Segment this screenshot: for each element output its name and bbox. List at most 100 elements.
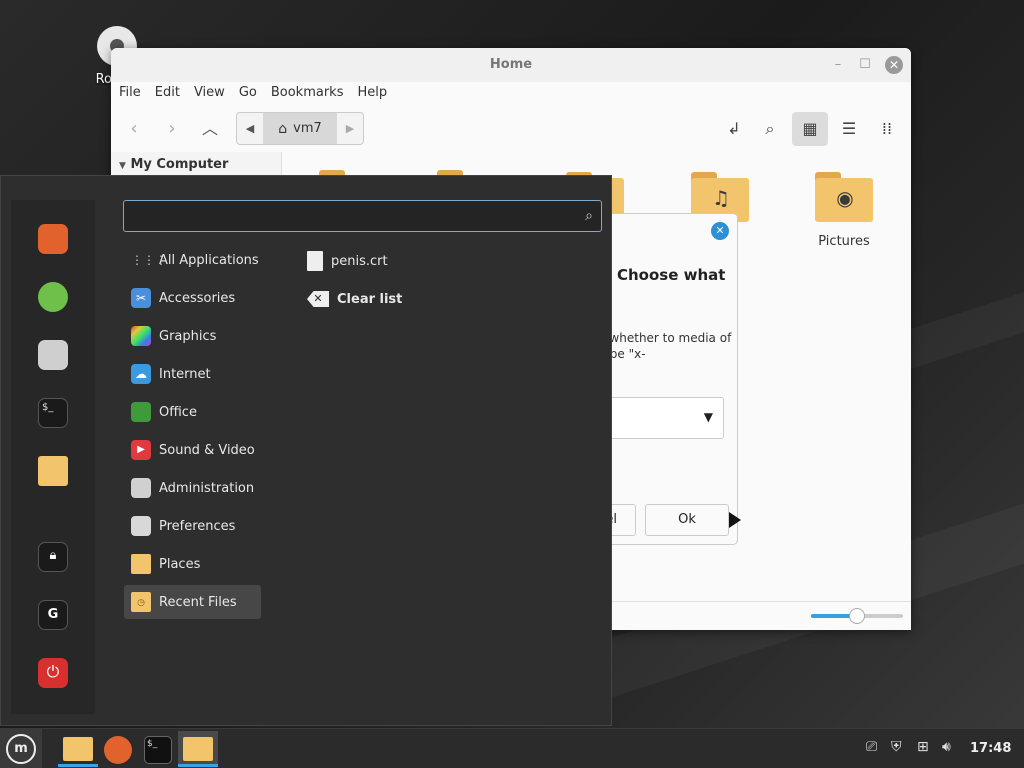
menu-go[interactable]: Go <box>239 82 266 106</box>
music-note-icon: ♫ <box>712 186 730 210</box>
office-icon <box>131 402 151 422</box>
terminal-icon[interactable]: $_ <box>38 398 68 428</box>
category-label: All Applications <box>159 252 259 268</box>
firefox-icon[interactable] <box>38 224 68 254</box>
menu-search-box[interactable]: ⌕ <box>123 200 602 232</box>
taskbar-window-home[interactable] <box>178 731 218 767</box>
category-office[interactable]: Office <box>124 395 261 429</box>
ok-button[interactable]: Ok <box>645 504 729 536</box>
home-icon: ⌂ <box>278 120 288 137</box>
category-preferences[interactable]: Preferences <box>124 509 261 543</box>
cloud-icon: ☁ <box>131 364 151 384</box>
path-bar: ◀ ⌂ vm7 ▶ <box>236 112 364 145</box>
category-recent-files[interactable]: ◷ Recent Files <box>124 585 261 619</box>
category-label: Accessories <box>159 290 236 306</box>
icon-view-icon[interactable]: ▦ <box>792 112 828 146</box>
menu-help[interactable]: Help <box>357 82 396 106</box>
taskbar-firefox-launcher[interactable] <box>98 731 138 767</box>
zoom-slider[interactable] <box>811 608 903 624</box>
category-label: Sound & Video <box>159 442 255 458</box>
taskbar: m $_ ⎚ ⛨ ⊞ 🔊︎ 17:48 <box>0 728 1024 768</box>
minimize-icon[interactable]: – <box>829 56 847 74</box>
clear-list-button[interactable]: ✕ Clear list <box>307 284 402 314</box>
play-icon: ▶ <box>131 440 151 460</box>
recent-file-label: penis.crt <box>331 253 388 269</box>
category-administration[interactable]: Administration <box>124 471 261 505</box>
category-label: Office <box>159 404 197 420</box>
files-icon[interactable] <box>38 456 68 486</box>
clear-icon: ✕ <box>307 291 329 307</box>
category-places[interactable]: Places <box>124 547 261 581</box>
network-icon[interactable]: ⊞ <box>917 739 929 755</box>
category-sound-video[interactable]: ▶ Sound & Video <box>124 433 261 467</box>
taskbar-terminal-launcher[interactable]: $_ <box>138 731 178 767</box>
software-manager-icon[interactable] <box>38 282 68 312</box>
dialog-action-select[interactable]: ▼ <box>598 397 724 439</box>
category-label: Recent Files <box>159 594 237 610</box>
mint-logo-icon: m <box>6 734 36 764</box>
dialog-window: ✕ Choose what d whether to media of type… <box>595 213 738 545</box>
menu-bar: File Edit View Go Bookmarks Help <box>111 82 911 106</box>
recent-folder-icon: ◷ <box>131 592 151 612</box>
menu-search-input[interactable] <box>132 207 562 227</box>
mouse-cursor-icon <box>729 512 741 528</box>
menu-bookmarks[interactable]: Bookmarks <box>271 82 353 106</box>
maximize-icon[interactable]: ☐ <box>856 56 874 74</box>
settings-icon[interactable] <box>38 340 68 370</box>
up-icon[interactable]: ︿ <box>198 114 222 144</box>
recent-file-item[interactable]: penis.crt <box>307 246 388 276</box>
folder-label-pictures: Pictures <box>818 234 870 249</box>
sidebar-header[interactable]: ▼ My Computer <box>111 152 281 177</box>
camera-icon: ◉ <box>836 186 854 210</box>
files-icon <box>183 737 213 761</box>
wallpaper-stripe <box>900 267 1024 373</box>
category-graphics[interactable]: Graphics <box>124 319 261 353</box>
firefox-icon <box>104 736 132 764</box>
title-bar[interactable]: Home – ☐ ✕ <box>111 48 911 82</box>
terminal-icon: $_ <box>144 736 172 764</box>
power-icon[interactable]: ⏻ <box>38 658 68 688</box>
dropdown-arrow-icon: ▼ <box>703 410 713 424</box>
category-internet[interactable]: ☁ Internet <box>124 357 261 391</box>
list-view-icon[interactable]: ☰ <box>831 112 867 146</box>
grid-icon: ⋮⋮⋮ <box>131 253 167 267</box>
category-accessories[interactable]: ✂ Accessories <box>124 281 261 315</box>
zoom-knob[interactable] <box>849 608 865 624</box>
category-label: Places <box>159 556 201 572</box>
clock[interactable]: 17:48 <box>970 741 1011 756</box>
path-crumb-label: vm7 <box>293 121 322 136</box>
folder-icon <box>131 554 151 574</box>
lock-icon[interactable]: 🔒︎ <box>38 542 68 572</box>
menu-view[interactable]: View <box>194 82 234 106</box>
compact-view-icon[interactable]: ⁞⁞ <box>869 112 905 146</box>
logout-icon[interactable]: G <box>38 600 68 630</box>
dialog-close-icon[interactable]: ✕ <box>711 222 729 240</box>
sidebar-header-label: My Computer <box>130 157 229 172</box>
admin-icon <box>131 478 151 498</box>
search-icon[interactable]: ⌕ <box>752 112 788 146</box>
menu-file[interactable]: File <box>119 82 150 106</box>
preferences-icon <box>131 516 151 536</box>
search-icon: ⌕ <box>585 208 593 224</box>
category-label: Internet <box>159 366 211 382</box>
category-all-applications[interactable]: ⋮⋮⋮ All Applications <box>124 243 261 277</box>
folder-pictures-item[interactable]: ◉ <box>815 172 875 222</box>
taskbar-files-launcher[interactable] <box>58 731 98 767</box>
menu-edit[interactable]: Edit <box>155 82 189 106</box>
update-shield-icon[interactable]: ⛨ <box>891 739 902 755</box>
application-menu: $_ 🔒︎ G ⏻ ⌕ ⋮⋮⋮ All Applications ✂ Acces… <box>0 175 612 726</box>
menu-button[interactable]: m <box>0 729 42 768</box>
volume-icon[interactable]: 🔊︎ <box>942 739 951 755</box>
path-left-arrow-icon[interactable]: ◀ <box>237 113 263 144</box>
notifications-icon[interactable]: ⎚ <box>866 739 877 755</box>
path-right-arrow-icon[interactable]: ▶ <box>337 113 363 144</box>
forward-icon[interactable]: › <box>160 114 184 144</box>
files-icon <box>63 737 93 761</box>
back-icon[interactable]: ‹ <box>122 114 146 144</box>
path-crumb-home[interactable]: ⌂ vm7 <box>263 113 337 144</box>
category-label: Preferences <box>159 518 236 534</box>
toggle-location-icon[interactable]: ↲ <box>716 112 752 146</box>
category-label: Administration <box>159 480 255 496</box>
close-icon[interactable]: ✕ <box>885 56 903 74</box>
clear-list-label: Clear list <box>337 291 403 307</box>
